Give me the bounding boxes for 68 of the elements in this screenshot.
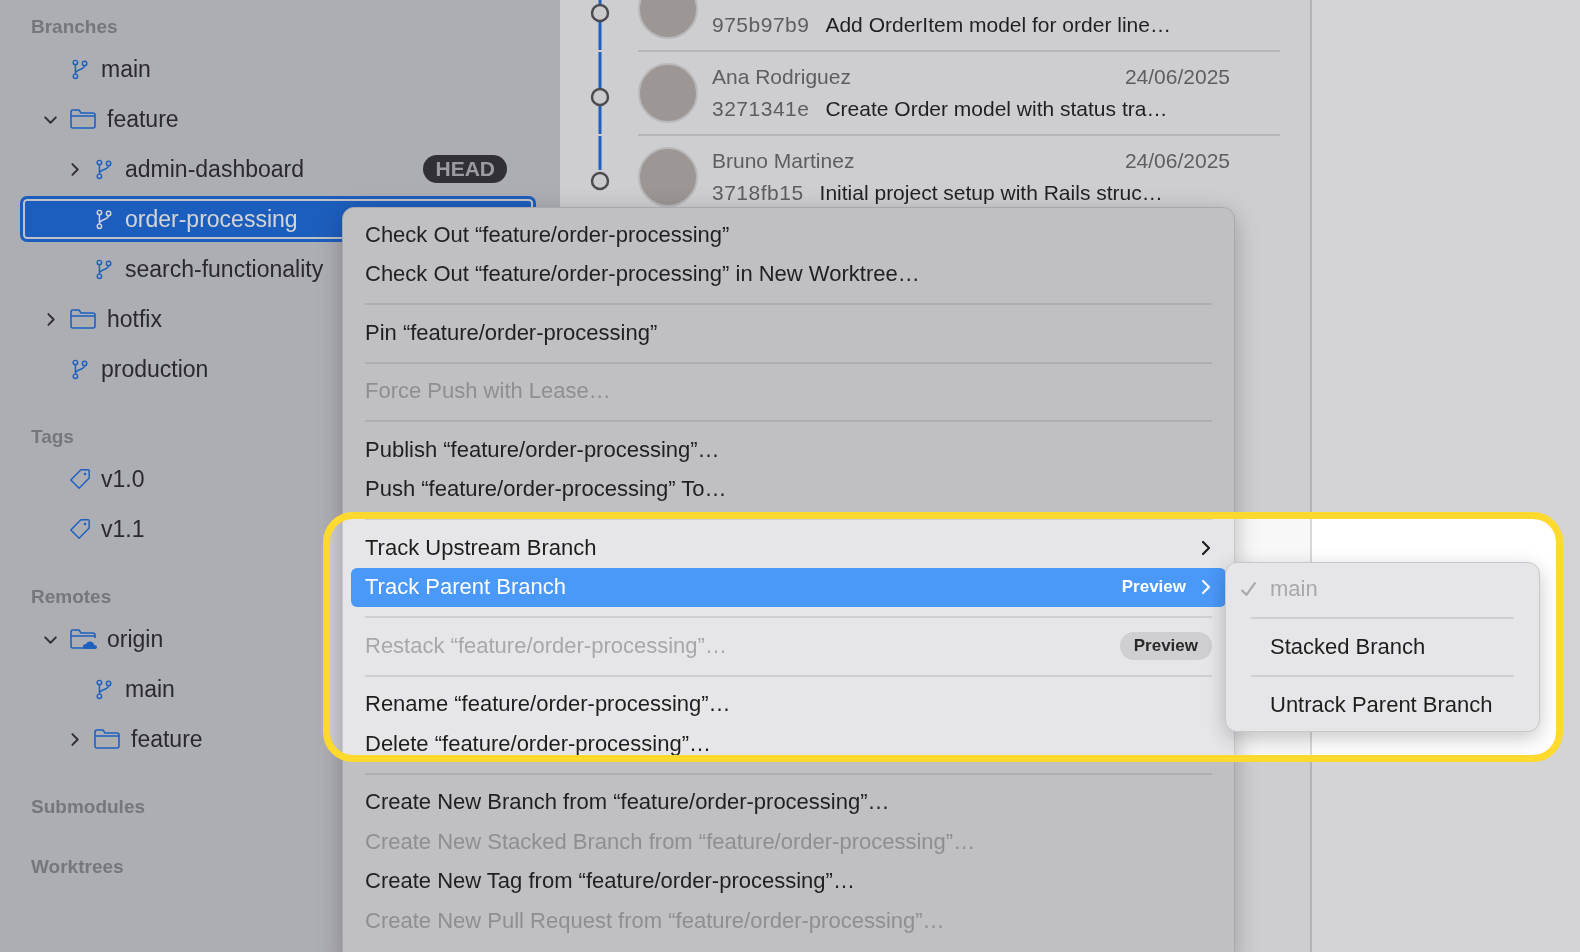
tree-item-label: admin-dashboard [125,155,304,183]
commit-date: 24/06/2025 [1124,65,1230,90]
menu-item-label: Restack “feature/order-processing”… [365,632,727,659]
commit-row[interactable]: Ana Rodriguez 24/06/2025 3271341e Create Order model with status tra… [638,50,1280,134]
branch-icon [69,358,91,380]
preview-badge: Preview [1119,631,1212,660]
tree-item[interactable]: admin-dashboard HEAD [20,146,536,192]
menu-item-label: Track Upstream Branch [365,534,597,561]
menu-item-label: Create New Branch from “feature/order-processing”… [365,789,890,816]
branch-icon [93,208,115,230]
commit-message: Create Order model with status tra… [825,97,1168,121]
submenu-item-label: Untrack Parent Branch [1270,692,1493,718]
menu-item-label: Delete “feature/order-processing”… [365,730,712,757]
menu-item[interactable]: Delete “feature/order-processing”… [351,724,1226,764]
submenu-item[interactable]: Untrack Parent Branch [1226,685,1539,725]
menu-item[interactable]: Publish “feature/order-processing”… [351,430,1226,470]
folder-icon [69,308,97,330]
branch-icon [93,678,115,700]
tree-item-label: production [101,355,209,383]
menu-item-label: Pin “feature/order-processing” [365,319,658,346]
menu-item-label: Track Parent Branch [365,574,566,601]
branch-icon [93,258,115,280]
menu-item[interactable]: Check Out “feature/order-processing” in New Worktree… [351,254,1226,294]
commit-row[interactable]: 975b97b9 Add OrderItem model for order line… [580,0,1280,50]
tree-item-label: v1.1 [101,515,145,543]
menu-item[interactable]: Pin “feature/order-processing” [351,313,1226,353]
folder-icon [69,108,97,130]
commit-message: Initial project setup with Rails struc… [819,181,1163,205]
menu-item-label: Check Out “feature/order-processing” in New Worktree… [365,261,920,288]
branch-icon [69,58,91,80]
tree-item[interactable]: feature [20,96,536,142]
menu-item[interactable]: Push “feature/order-processing” To… [351,469,1226,509]
tree-item-label: order-processing [125,205,298,233]
submenu-item-label: Stacked Branch [1270,634,1426,660]
menu-item[interactable]: Create New Tag from “feature/order-processing”… [351,861,1226,901]
menu-item[interactable]: Create New Branch from “feature/order-processing”… [351,782,1226,822]
commit-hash: 3271341e [712,97,810,121]
tree-item-label: main [125,675,175,703]
menu-item[interactable]: Track Upstream Branch [351,528,1226,568]
menu-item-label: Create New Tag from “feature/order-processing”… [365,868,855,895]
tree-item[interactable]: main [20,46,536,92]
tag-icon [69,468,91,490]
tree-item-label: feature [107,105,179,133]
menu-item-label: Publish “feature/order-processing”… [365,436,720,463]
tree-item-label: hotfix [107,305,162,333]
tree-item-label: origin [107,625,164,653]
tree-item-label: feature [131,725,203,753]
menu-item-label: Rename “feature/order-processing”… [365,691,731,718]
submenu-item-label: main [1270,576,1318,602]
tag-icon [69,518,91,540]
commit-hash: 3718fb15 [712,181,804,205]
preview-label: Preview [1120,576,1187,599]
cloud-folder-icon [69,628,97,650]
avatar-placeholder [638,63,698,123]
tree-item-label: main [101,55,151,83]
commit-message: Add OrderItem model for order line… [825,13,1171,37]
tree-item-label: v1.0 [101,465,145,493]
folder-icon [93,728,121,750]
submenu-item[interactable]: Stacked Branch [1226,627,1539,667]
commit-author: Ana Rodriguez [712,65,851,90]
tree-item-label: search-functionality [125,255,324,283]
menu-item-label: Push “feature/order-processing” To… [365,476,727,503]
commit-author: Bruno Martinez [712,149,855,174]
commit-hash: 975b97b9 [712,13,810,37]
head-badge: HEAD [423,155,507,183]
commit-date: 24/06/2025 [1124,149,1230,174]
branch-icon [93,158,115,180]
menu-item[interactable]: Rename “feature/order-processing”… [351,684,1226,724]
